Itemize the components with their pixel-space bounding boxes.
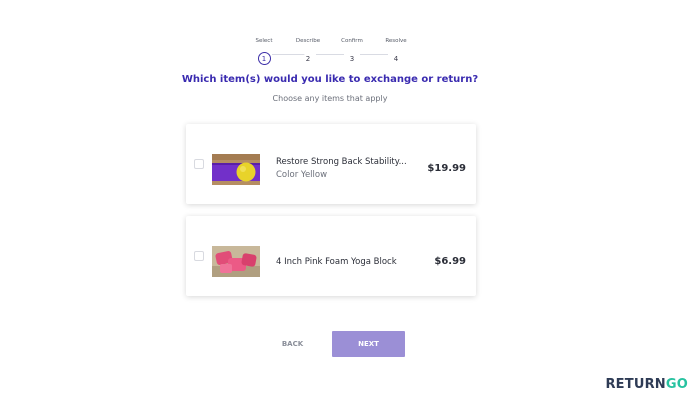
step-label: Confirm — [341, 38, 363, 44]
item-name: Restore Strong Back Stability... — [276, 157, 407, 167]
step-describe: Describe 2 — [288, 36, 328, 66]
step-label: Select — [255, 38, 273, 44]
step-number: 2 — [301, 53, 315, 66]
progress-stepper: Select 1 Describe 2 Confirm 3 Resolve 4 — [250, 36, 410, 66]
item-checkbox[interactable] — [194, 251, 204, 261]
page-title: Which item(s) would you like to exchange… — [181, 74, 479, 85]
yoga-ball-on-mat-image — [212, 154, 260, 185]
item-variant: Color Yellow — [276, 170, 328, 180]
item-checkbox[interactable] — [194, 159, 204, 169]
step-select: Select 1 — [244, 36, 284, 65]
pink-foam-blocks-image — [212, 246, 260, 277]
step-confirm: Confirm 3 — [332, 36, 372, 66]
back-button[interactable]: BACK — [270, 331, 315, 357]
item-card[interactable]: 4 Inch Pink Foam Yoga Block $6.99 — [186, 216, 476, 296]
step-number: 4 — [389, 53, 403, 66]
item-price: $6.99 — [434, 256, 466, 267]
step-number: 1 — [257, 52, 271, 65]
item-price: $19.99 — [427, 163, 466, 174]
item-card[interactable]: Restore Strong Back Stability... Color Y… — [186, 124, 476, 204]
step-number: 3 — [345, 53, 359, 66]
step-resolve: Resolve 4 — [376, 36, 416, 66]
step-label: Describe — [295, 38, 321, 44]
logo-text-go: GO — [665, 377, 688, 392]
return-portal-page: Select 1 Describe 2 Confirm 3 Resolve 4 … — [0, 0, 700, 400]
returngo-logo: RETURNGO — [605, 377, 688, 392]
next-button[interactable]: NEXT — [332, 331, 405, 357]
logo-text-return: RETURN — [605, 377, 666, 392]
step-label: Resolve — [385, 38, 407, 44]
item-name: 4 Inch Pink Foam Yoga Block — [276, 257, 397, 267]
page-subtitle: Choose any items that apply — [272, 94, 388, 103]
